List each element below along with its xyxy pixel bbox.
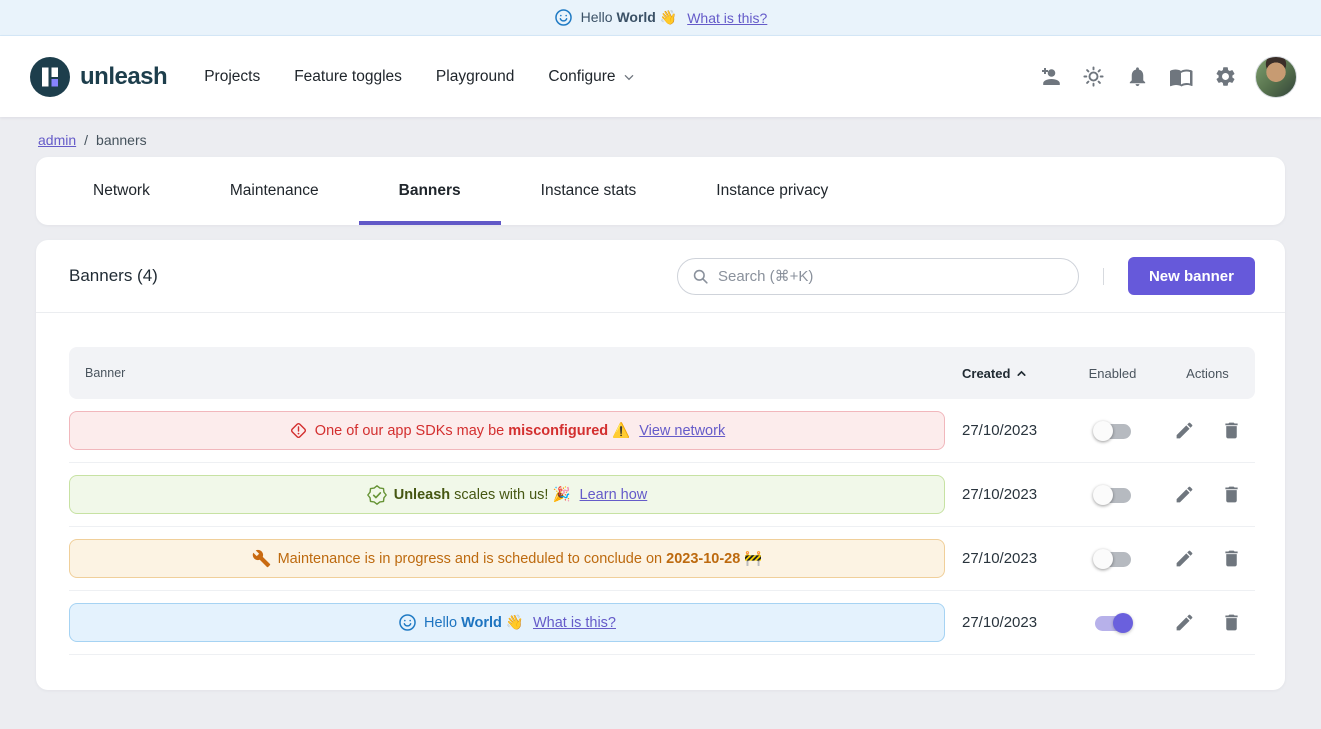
settings-gear-icon [1214, 65, 1237, 88]
theme-sun-icon [1082, 65, 1105, 88]
banners-panel: Banners (4) New banner Banner Created En… [36, 240, 1285, 690]
tab-maintenance[interactable]: Maintenance [190, 157, 359, 225]
admin-tabs: Network Maintenance Banners Instance sta… [36, 157, 1285, 225]
error-diamond-icon [289, 421, 308, 440]
enabled-toggle[interactable] [1093, 484, 1133, 506]
pencil-icon [1174, 612, 1195, 633]
tab-network[interactable]: Network [53, 157, 190, 225]
banner-preview-warning: Maintenance is in progress and is schedu… [69, 539, 945, 578]
trash-icon [1221, 484, 1242, 505]
edit-banner-button[interactable] [1174, 612, 1195, 633]
smiley-icon [398, 613, 417, 632]
new-banner-button[interactable]: New banner [1128, 257, 1255, 295]
enabled-toggle[interactable] [1093, 612, 1133, 634]
table-row: Hello World 👋 What is this? 27/10/2023 [69, 591, 1255, 655]
edit-banner-button[interactable] [1174, 420, 1195, 441]
tab-instance-stats[interactable]: Instance stats [501, 157, 677, 225]
banner-message: One of our app SDKs may be misconfigured… [315, 422, 630, 439]
banner-message: Maintenance is in progress and is schedu… [278, 550, 763, 567]
sort-ascending-icon [1015, 367, 1028, 380]
created-date: 27/10/2023 [962, 422, 1065, 439]
documentation-button[interactable] [1159, 55, 1203, 99]
breadcrumb-admin[interactable]: admin [38, 132, 76, 148]
trash-icon [1221, 612, 1242, 633]
search-icon [691, 267, 710, 286]
banner-link[interactable]: Learn how [580, 487, 648, 503]
add-user-icon [1037, 65, 1061, 89]
trash-icon [1221, 548, 1242, 569]
announcement-banner: Hello World 👋 What is this? [0, 0, 1321, 36]
banner-link[interactable]: View network [639, 423, 725, 439]
breadcrumb-current: banners [96, 132, 147, 148]
table-row: Unleash scales with us! 🎉 Learn how 27/1… [69, 463, 1255, 527]
announcement-link[interactable]: What is this? [687, 10, 767, 26]
created-date: 27/10/2023 [962, 486, 1065, 503]
nav-playground[interactable]: Playground [419, 58, 531, 96]
unleash-logo-icon [30, 57, 70, 97]
panel-header: Banners (4) New banner [36, 240, 1285, 313]
page-title: Banners (4) [69, 266, 158, 286]
banner-preview-info: Hello World 👋 What is this? [69, 603, 945, 642]
add-user-button[interactable] [1027, 55, 1071, 99]
pencil-icon [1174, 548, 1195, 569]
banner-preview-error: One of our app SDKs may be misconfigured… [69, 411, 945, 450]
created-date: 27/10/2023 [962, 614, 1065, 631]
search-box[interactable] [677, 258, 1079, 295]
notifications-button[interactable] [1115, 55, 1159, 99]
delete-banner-button[interactable] [1221, 420, 1242, 441]
delete-banner-button[interactable] [1221, 612, 1242, 633]
column-created-sort[interactable]: Created [962, 366, 1065, 381]
nav-projects[interactable]: Projects [187, 58, 277, 96]
table-row: One of our app SDKs may be misconfigured… [69, 399, 1255, 463]
search-input[interactable] [718, 268, 1066, 285]
notifications-bell-icon [1126, 65, 1149, 88]
brand-name: unleash [80, 63, 167, 91]
header-divider [1103, 268, 1104, 285]
wrench-icon [252, 549, 271, 568]
announcement-text: Hello World 👋 [581, 9, 678, 26]
created-date: 27/10/2023 [962, 550, 1065, 567]
smiley-icon [554, 8, 573, 27]
edit-banner-button[interactable] [1174, 484, 1195, 505]
nav-configure[interactable]: Configure [531, 58, 653, 96]
breadcrumb: admin / banners [0, 117, 1321, 157]
pencil-icon [1174, 420, 1195, 441]
pencil-icon [1174, 484, 1195, 505]
delete-banner-button[interactable] [1221, 484, 1242, 505]
user-avatar[interactable] [1255, 56, 1297, 98]
docs-book-icon [1169, 65, 1193, 89]
banner-message: Hello World 👋 [424, 614, 524, 631]
tab-instance-privacy[interactable]: Instance privacy [676, 157, 868, 225]
table-header: Banner Created Enabled Actions [69, 347, 1255, 399]
nav-feature-toggles[interactable]: Feature toggles [277, 58, 419, 96]
chevron-down-icon [621, 69, 637, 85]
unleash-logo[interactable]: unleash [30, 57, 167, 97]
seal-check-icon [367, 485, 387, 505]
theme-toggle-button[interactable] [1071, 55, 1115, 99]
column-banner: Banner [69, 366, 962, 380]
column-actions: Actions [1160, 366, 1255, 381]
delete-banner-button[interactable] [1221, 548, 1242, 569]
enabled-toggle[interactable] [1093, 548, 1133, 570]
settings-button[interactable] [1203, 55, 1247, 99]
edit-banner-button[interactable] [1174, 548, 1195, 569]
banner-link[interactable]: What is this? [533, 615, 616, 631]
breadcrumb-separator: / [84, 132, 88, 148]
banner-message: Unleash scales with us! 🎉 [394, 486, 571, 503]
tab-banners[interactable]: Banners [359, 157, 501, 225]
enabled-toggle[interactable] [1093, 420, 1133, 442]
trash-icon [1221, 420, 1242, 441]
column-enabled: Enabled [1065, 366, 1160, 381]
table-row: Maintenance is in progress and is schedu… [69, 527, 1255, 591]
banners-table: Banner Created Enabled Actions [36, 313, 1285, 655]
app-header: unleash Projects Feature toggles Playgro… [0, 36, 1321, 117]
banner-preview-success: Unleash scales with us! 🎉 Learn how [69, 475, 945, 514]
main-nav: Projects Feature toggles Playground Conf… [187, 58, 653, 96]
